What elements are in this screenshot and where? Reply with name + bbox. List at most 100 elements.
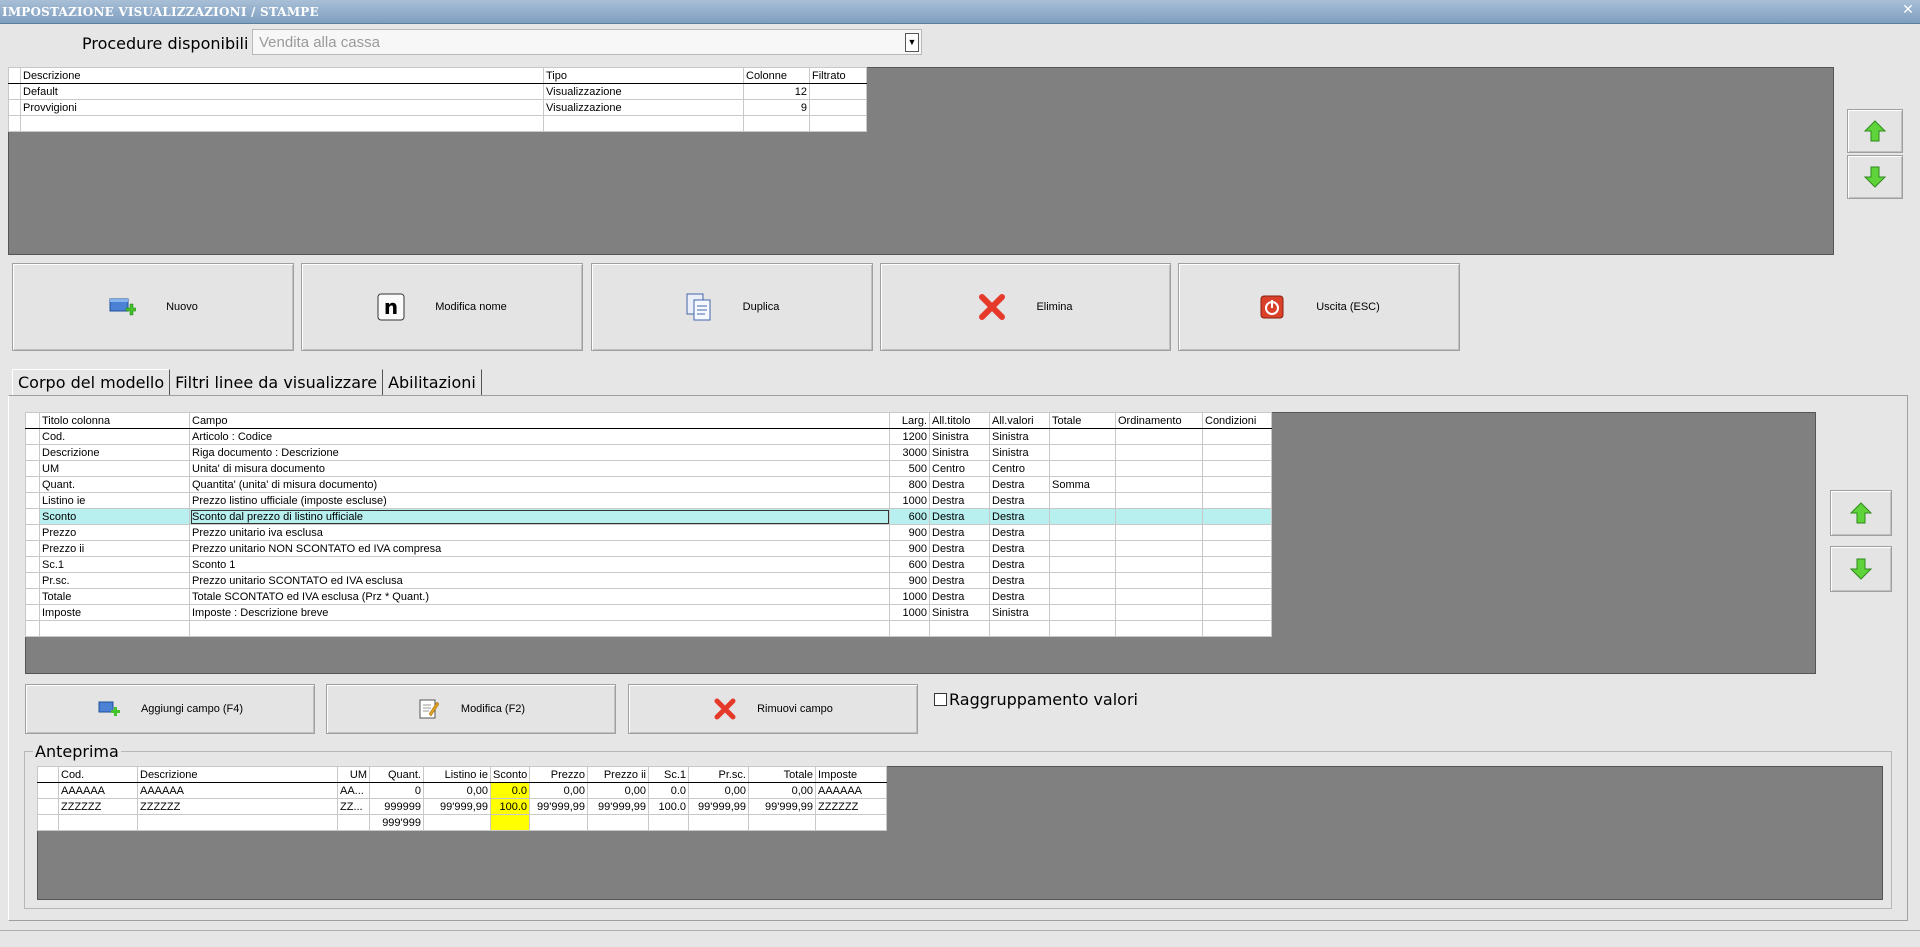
row-selector[interactable]	[25, 524, 40, 541]
table-cell[interactable]: Prezzo unitario NON SCONTATO ed IVA comp…	[189, 540, 890, 557]
table-cell[interactable]	[1202, 492, 1272, 509]
table-cell[interactable]: Destra	[989, 588, 1050, 605]
table-cell[interactable]: 9	[743, 99, 810, 116]
row-selector[interactable]	[25, 620, 40, 637]
table-cell[interactable]: Totale	[39, 588, 190, 605]
table-cell[interactable]: Provvigioni	[20, 99, 544, 116]
row-selector[interactable]	[25, 540, 40, 557]
table-cell[interactable]: Destra	[989, 508, 1050, 525]
row-selector[interactable]	[8, 115, 21, 132]
table-cell[interactable]	[1049, 556, 1116, 573]
table-cell[interactable]	[189, 620, 890, 637]
table-row[interactable]: Quant. Quantita' (unita' di misura docume…	[25, 476, 1272, 493]
table-cell[interactable]: Riga documento : Descrizione	[189, 444, 890, 461]
table-cell[interactable]	[1115, 460, 1203, 477]
row-selector[interactable]	[25, 508, 40, 525]
table-cell[interactable]: Pr.sc.	[39, 572, 190, 589]
table-cell[interactable]: Imposte	[39, 604, 190, 621]
table-cell[interactable]: Destra	[929, 508, 990, 525]
table-cell[interactable]: Visualizzazione	[543, 99, 744, 116]
row-selector[interactable]	[25, 572, 40, 589]
tab-corpo-del-modello[interactable]: Corpo del modello	[12, 369, 171, 395]
table-cell[interactable]: Destra	[989, 476, 1050, 493]
table-cell[interactable]: Destra	[989, 556, 1050, 573]
table-cell[interactable]	[1115, 508, 1203, 525]
table-cell[interactable]: 900	[889, 540, 930, 557]
table-cell[interactable]: Centro	[989, 460, 1050, 477]
table-row[interactable]: UM Unita' di misura documento 500 Centro Cen…	[25, 460, 1272, 477]
table-cell[interactable]: Sinistra	[929, 428, 990, 445]
table-cell[interactable]: Default	[20, 83, 544, 100]
table-cell[interactable]: Somma	[1049, 476, 1116, 493]
table-cell[interactable]	[989, 620, 1050, 637]
table-cell[interactable]	[929, 620, 990, 637]
table-cell[interactable]	[1202, 476, 1272, 493]
row-selector[interactable]	[25, 444, 40, 461]
table-row[interactable]: ZZZZZZ ZZZZZZ ZZ... 999999 99'999,99 100.0 99'…	[37, 798, 887, 815]
dropdown-arrow-icon[interactable]: ▼	[905, 33, 919, 52]
table-cell[interactable]: Listino ie	[39, 492, 190, 509]
move-model-down-button[interactable]	[1847, 155, 1903, 199]
table-row[interactable]: Sc.1 Sconto 1 600 Destra Destra	[25, 556, 1272, 573]
table-cell[interactable]: Prezzo	[39, 524, 190, 541]
table-row[interactable]: Default Visualizzazione 12	[8, 83, 867, 100]
table-cell[interactable]	[1115, 524, 1203, 541]
table-cell[interactable]	[1049, 444, 1116, 461]
move-field-down-button[interactable]	[1830, 546, 1892, 592]
col-header[interactable]: Colonne	[743, 67, 810, 84]
tab-filtri-linee[interactable]: Filtri linee da visualizzare	[170, 369, 384, 395]
table-cell[interactable]: Sconto 1	[189, 556, 890, 573]
table-cell[interactable]: 3000	[889, 444, 930, 461]
table-cell[interactable]	[889, 620, 930, 637]
row-selector[interactable]	[8, 83, 21, 100]
close-icon[interactable]: ✕	[1900, 2, 1916, 18]
col-header[interactable]: All.titolo	[929, 412, 990, 429]
table-cell[interactable]	[1049, 524, 1116, 541]
table-cell[interactable]	[1115, 556, 1203, 573]
table-cell[interactable]: 900	[889, 572, 930, 589]
table-cell[interactable]: Quantita' (unita' di misura documento)	[189, 476, 890, 493]
table-cell[interactable]	[1202, 588, 1272, 605]
table-row[interactable]: Listino ie Prezzo listino ufficiale (impo…	[25, 492, 1272, 509]
table-cell[interactable]: 600	[889, 556, 930, 573]
table-cell[interactable]: Quant.	[39, 476, 190, 493]
table-cell[interactable]	[1049, 588, 1116, 605]
row-selector[interactable]	[25, 556, 40, 573]
table-row[interactable]: Prezzo ii Prezzo unitario NON SCONTATO ed…	[25, 540, 1272, 557]
col-header[interactable]: Filtrato	[809, 67, 867, 84]
checkbox-box[interactable]	[934, 693, 947, 706]
add-field-button[interactable]: Aggiungi campo (F4)	[25, 684, 315, 734]
table-cell[interactable]: Imposte : Descrizione breve	[189, 604, 890, 621]
table-cell[interactable]	[1049, 492, 1116, 509]
row-selector[interactable]	[25, 588, 40, 605]
table-row[interactable]: Sconto Sconto dal prezzo di listino uffic…	[25, 508, 1272, 525]
table-cell[interactable]	[1115, 572, 1203, 589]
table-cell[interactable]	[1202, 428, 1272, 445]
table-cell[interactable]	[809, 99, 867, 116]
move-field-up-button[interactable]	[1830, 490, 1892, 536]
col-header[interactable]: Descrizione	[20, 67, 544, 84]
table-cell[interactable]: 800	[889, 476, 930, 493]
col-header[interactable]: Condizioni	[1202, 412, 1272, 429]
table-cell[interactable]: 600	[889, 508, 930, 525]
table-cell[interactable]: Sc.1	[39, 556, 190, 573]
exit-button[interactable]: Uscita (ESC)	[1178, 263, 1460, 351]
table-row[interactable]	[25, 620, 1272, 637]
table-cell[interactable]	[1202, 620, 1272, 637]
table-cell[interactable]	[1049, 460, 1116, 477]
table-cell[interactable]: Cod.	[39, 428, 190, 445]
table-cell[interactable]	[743, 115, 810, 132]
table-row[interactable]	[8, 115, 867, 132]
row-selector[interactable]	[25, 476, 40, 493]
table-row[interactable]: Totale Totale SCONTATO ed IVA esclusa (Pr…	[25, 588, 1272, 605]
table-cell[interactable]: Descrizione	[39, 444, 190, 461]
move-model-up-button[interactable]	[1847, 109, 1903, 153]
table-cell[interactable]: Sinistra	[989, 444, 1050, 461]
table-cell[interactable]	[1115, 492, 1203, 509]
table-cell[interactable]: Destra	[929, 540, 990, 557]
table-row[interactable]: Provvigioni Visualizzazione 9	[8, 99, 867, 116]
table-cell[interactable]	[1049, 540, 1116, 557]
table-cell[interactable]: Sconto dal prezzo di listino ufficiale	[189, 508, 890, 525]
row-selector[interactable]	[37, 814, 59, 831]
delete-button[interactable]: Elimina	[880, 263, 1171, 351]
